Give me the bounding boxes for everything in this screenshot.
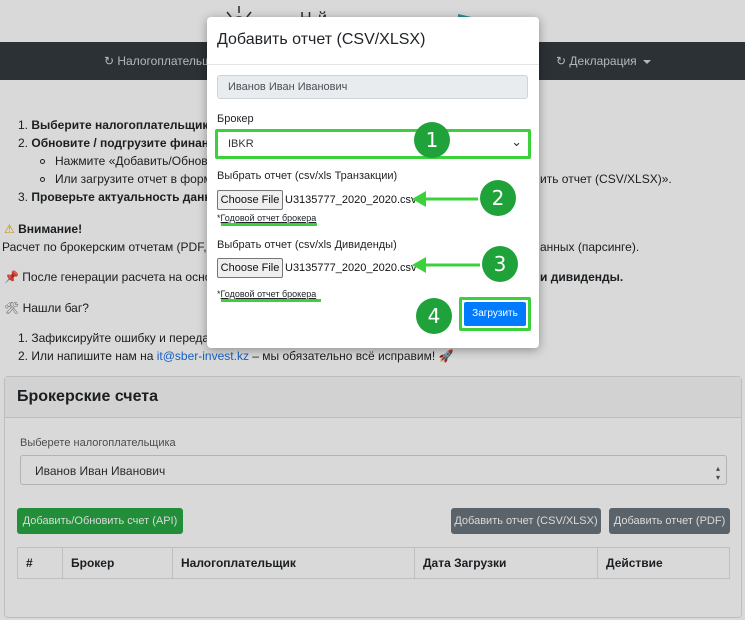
upload-button-highlight: Загрузить <box>459 297 531 331</box>
annual-report-note-2: *Годовой отчет брокера <box>217 289 316 299</box>
broker-select-value: IBKR <box>228 138 254 150</box>
upload-button[interactable]: Загрузить <box>464 302 526 326</box>
highlight-underline-2 <box>221 299 321 302</box>
annotation-marker-4: 4 <box>416 298 452 334</box>
annual-report-link-1[interactable]: Годовой отчет брокера <box>221 213 317 223</box>
annotation-marker-2: 2 <box>480 180 516 216</box>
taxpayer-readonly-value: Иванов Иван Иванович <box>228 81 348 93</box>
annotation-marker-1: 1 <box>414 122 450 158</box>
taxpayer-readonly-field: Иванов Иван Иванович <box>217 75 528 99</box>
broker-label: Брокер <box>217 113 254 125</box>
annotation-marker-3: 3 <box>482 246 518 282</box>
transactions-file-name: U3135777_2020_2020.csv <box>285 194 417 206</box>
annual-report-link-2[interactable]: Годовой отчет брокера <box>221 289 317 299</box>
dividends-choose-file-button[interactable]: Choose File <box>217 258 283 278</box>
chevron-down-icon: ⌄ <box>511 134 522 149</box>
dividends-file-label: Выбрать отчет (csv/xls Дивиденды) <box>217 239 397 251</box>
transactions-choose-file-button[interactable]: Choose File <box>217 190 283 210</box>
annual-report-note-1: *Годовой отчет брокера <box>217 213 316 223</box>
annotation-arrow-2-icon <box>412 191 478 207</box>
modal-divider <box>207 64 539 65</box>
highlight-underline-1 <box>221 223 317 226</box>
transactions-file-label: Выбрать отчет (csv/xls Транзакции) <box>217 170 398 182</box>
annotation-arrow-3-icon <box>412 257 480 273</box>
modal-title: Добавить отчет (CSV/XLSX) <box>217 31 426 48</box>
dividends-file-name: U3135777_2020_2020.csv <box>285 262 417 274</box>
broker-select[interactable]: IBKR ⌄ <box>215 129 531 159</box>
